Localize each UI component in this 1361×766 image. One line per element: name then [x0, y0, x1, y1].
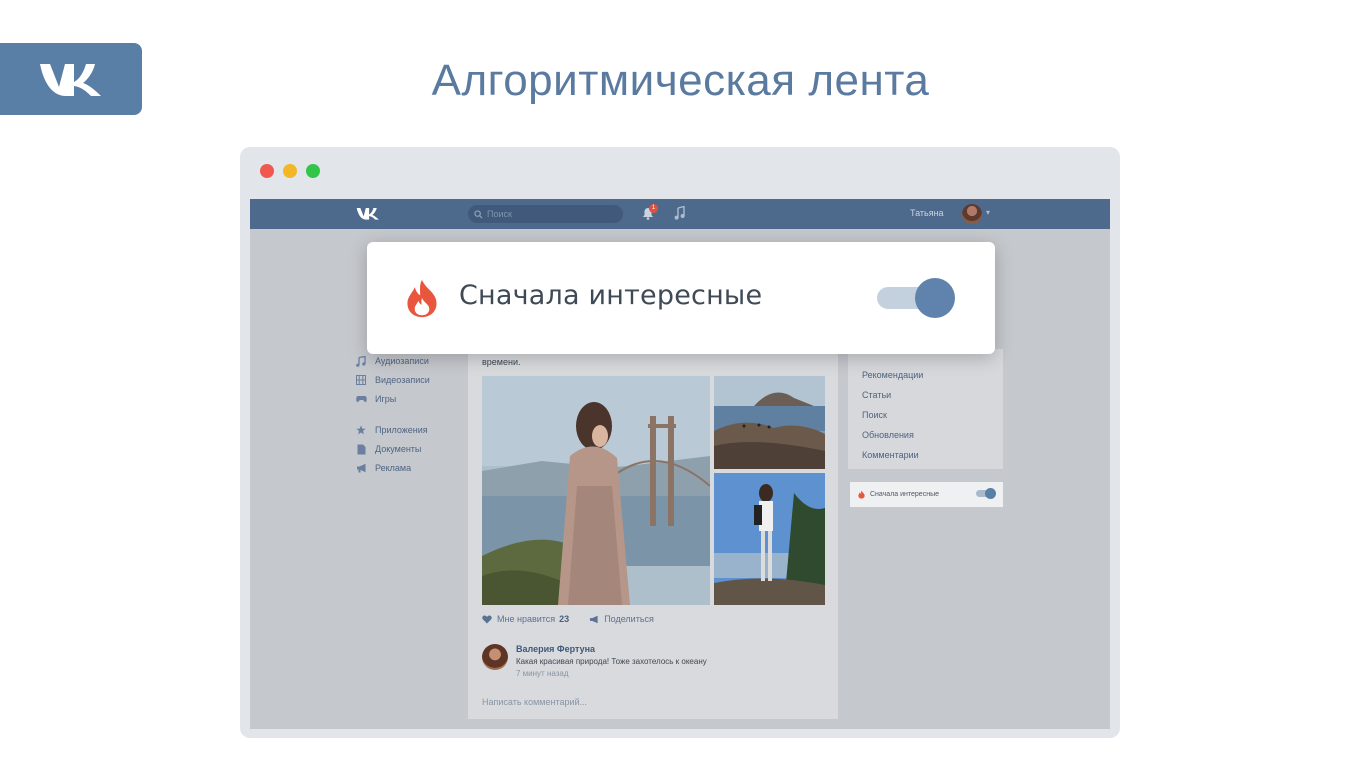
search-icon	[474, 209, 483, 219]
music-icon[interactable]	[674, 206, 685, 220]
slide: Алгоритмическая лента 1 Татьяна ▾	[0, 0, 1361, 766]
comment-author[interactable]: Валерия Фертуна	[516, 644, 595, 654]
vk-header-logo-icon[interactable]	[356, 206, 380, 221]
film-icon	[355, 374, 367, 386]
user-avatar[interactable]	[962, 204, 982, 224]
sidebar-item-label: Игры	[375, 394, 397, 404]
interesting-first-label: Сначала интересные	[459, 280, 763, 311]
vk-header: 1 Татьяна ▾	[250, 199, 1110, 229]
post-photo-rocks[interactable]	[714, 376, 825, 469]
heart-icon[interactable]	[482, 615, 492, 624]
sidebar-item-label: Аудиозаписи	[375, 356, 429, 366]
sidebar-item-ads[interactable]: Реклама	[355, 460, 411, 476]
sidebar-item-audio[interactable]: Аудиозаписи	[355, 353, 429, 369]
post-photo-main[interactable]	[482, 376, 710, 605]
slide-title: Алгоритмическая лента	[431, 56, 930, 105]
post-photo-hiker[interactable]	[714, 473, 825, 605]
interesting-first-toggle[interactable]	[877, 278, 955, 318]
sidebar-item-games[interactable]: Игры	[355, 391, 396, 407]
right-menu-item-recommendations[interactable]: Рекомендации	[862, 370, 923, 380]
share-button[interactable]: Поделиться	[589, 614, 654, 624]
post-text: времени.	[482, 357, 521, 367]
window-close-dot[interactable]	[260, 164, 274, 178]
sidebar-item-label: Документы	[375, 444, 422, 454]
mini-toggle-switch[interactable]	[976, 488, 996, 499]
toggle-knob	[915, 278, 955, 318]
share-label: Поделиться	[604, 614, 654, 624]
music-note-icon	[355, 355, 367, 367]
megaphone-icon	[355, 462, 367, 474]
chevron-down-icon[interactable]: ▾	[986, 208, 990, 217]
right-menu-item-comments[interactable]: Комментарии	[862, 450, 919, 460]
sidebar-item-label: Приложения	[375, 425, 428, 435]
comment-avatar[interactable]	[482, 644, 508, 670]
gamepad-icon	[355, 393, 367, 405]
right-menu-item-updates[interactable]: Обновления	[862, 430, 914, 440]
comment-time[interactable]: 7 минут назад	[516, 669, 569, 678]
right-menu-item-search[interactable]: Поиск	[862, 410, 887, 420]
window-minimize-dot[interactable]	[283, 164, 297, 178]
megaphone-icon	[590, 615, 598, 623]
sidebar-item-label: Реклама	[375, 463, 412, 473]
user-name[interactable]: Татьяна	[910, 208, 944, 218]
mini-toggle-label: Сначала интересные	[870, 491, 939, 498]
notification-badge: 1	[649, 204, 658, 213]
sidebar-item-video[interactable]: Видеозаписи	[355, 372, 430, 388]
sidebar-item-label: Видеозаписи	[375, 375, 430, 385]
like-button[interactable]: Мне нравится	[497, 614, 555, 624]
search-input[interactable]	[487, 209, 607, 219]
interesting-first-card: Сначала интересные	[367, 242, 995, 354]
write-comment-field[interactable]: Написать комментарий...	[482, 697, 587, 707]
right-menu-item-articles[interactable]: Статьи	[862, 390, 891, 400]
mini-toggle-card: Сначала интересные	[850, 482, 1003, 507]
sidebar-item-docs[interactable]: Документы	[355, 441, 421, 457]
feed-post: времени. Мне нравится 23 Поделиться Вале…	[468, 349, 838, 719]
window-maximize-dot[interactable]	[306, 164, 320, 178]
right-menu: Рекомендации Статьи Поиск Обновления Ком…	[848, 349, 1003, 469]
star-icon	[355, 424, 367, 436]
like-count: 23	[559, 614, 570, 624]
sidebar-item-apps[interactable]: Приложения	[355, 422, 428, 438]
fire-icon	[858, 490, 865, 499]
search-box[interactable]	[468, 205, 623, 223]
comment-text: Какая красивая природа! Тоже захотелось …	[516, 657, 707, 666]
fire-icon	[407, 279, 437, 318]
document-icon	[355, 443, 367, 455]
post-actions: Мне нравится 23 Поделиться	[482, 614, 654, 624]
